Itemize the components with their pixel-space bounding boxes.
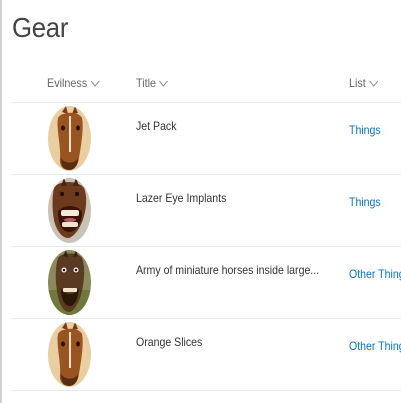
row-list-link[interactable]: Things: [349, 195, 381, 209]
row-list-link[interactable]: Other Things: [349, 267, 401, 281]
laughing-horse-icon: [48, 178, 91, 243]
row-list-link[interactable]: Things: [349, 123, 381, 137]
row-title[interactable]: Lazer Eye Implants: [136, 191, 226, 205]
column-header-label: Title: [136, 76, 157, 90]
table-header: Evilness Title List: [12, 66, 401, 103]
table-row[interactable]: Lazer Eye Implants Things: [12, 175, 401, 247]
column-header-label: List: [349, 76, 366, 90]
table-row[interactable]: Army of miniature horses inside large...…: [12, 247, 401, 319]
chevron-down-icon: [90, 80, 100, 87]
table-row[interactable]: Jet Pack Things: [12, 103, 401, 175]
row-title[interactable]: Jet Pack: [136, 119, 177, 133]
page-title: Gear: [12, 12, 69, 43]
chevron-down-icon: [159, 80, 169, 87]
row-list-link[interactable]: Other Things: [349, 339, 401, 353]
column-header-list[interactable]: List: [349, 76, 378, 90]
horse-icon: [48, 106, 91, 171]
column-header-label: Evilness: [47, 76, 88, 90]
row-title[interactable]: Army of miniature horses inside large...: [136, 263, 319, 277]
chevron-down-icon: [369, 80, 378, 87]
table-row[interactable]: Orange Slices Other Things: [12, 319, 401, 391]
column-header-evilness[interactable]: Evilness: [47, 76, 100, 90]
row-title[interactable]: Orange Slices: [136, 335, 202, 349]
column-header-title[interactable]: Title: [136, 76, 169, 90]
horse-icon: [48, 322, 91, 387]
gear-list-table: Evilness Title List Jet Pack Things Laze…: [12, 66, 401, 391]
window-left-border: [0, 0, 2, 403]
smiling-horse-icon: [48, 250, 91, 315]
